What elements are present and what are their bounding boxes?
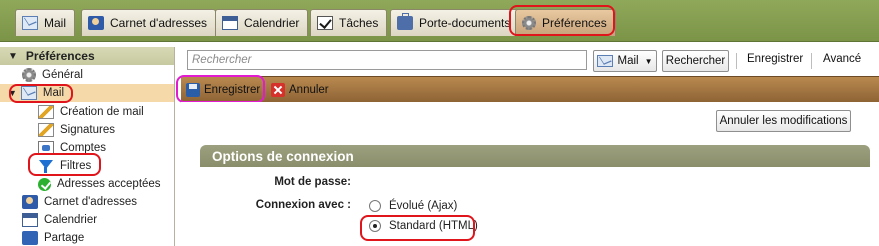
sidebar-item-calendar[interactable]: Calendrier xyxy=(22,211,97,229)
sidebar-item-label: Carnet d'adresses xyxy=(44,196,137,208)
preferences-content: Annuler les modifications Options de con… xyxy=(181,102,879,246)
sidebar-item-general[interactable]: Général xyxy=(22,66,83,84)
radio-label: Évolué (Ajax) xyxy=(389,200,458,212)
sidebar-item-label: Partage xyxy=(44,232,85,244)
tab-preferences[interactable]: Préférences xyxy=(515,9,616,36)
chevron-down-icon: ▼ xyxy=(644,56,653,66)
check-icon xyxy=(38,177,51,191)
separator xyxy=(736,53,737,69)
search-button[interactable]: Rechercher xyxy=(662,50,729,72)
sidebar-header-label: Préférences xyxy=(25,49,95,63)
radio-option-ajax[interactable]: Évolué (Ajax) xyxy=(369,200,457,212)
connect-with-label: Connexion avec : xyxy=(255,199,351,211)
sidebar-item-sharing[interactable]: Partage xyxy=(22,229,84,246)
tab-mail[interactable]: Mail xyxy=(15,9,76,36)
sidebar-item-label: Signatures xyxy=(60,124,115,136)
accounts-icon xyxy=(38,141,54,155)
sidebar-item-accounts[interactable]: Comptes xyxy=(38,139,106,157)
tab-label: Calendrier xyxy=(244,16,300,30)
sidebar-item-mail[interactable]: ▼ Mail xyxy=(0,84,174,102)
cancel-label: Annuler xyxy=(289,84,329,96)
separator xyxy=(811,53,812,69)
preferences-sidebar: ▼ Préférences Général ▼ Mail Création de… xyxy=(0,47,175,246)
app-tab-bar: Mail Carnet d'adresses Calendrier Tâches… xyxy=(0,0,879,42)
sidebar-item-label: Comptes xyxy=(60,142,107,154)
save-label: Enregistrer xyxy=(204,84,261,96)
briefcase-icon xyxy=(397,13,413,30)
search-bar: Mail ▼ Rechercher Enregistrer Avancé xyxy=(181,47,879,75)
sidebar-item-address-book[interactable]: Carnet d'adresses xyxy=(22,193,137,211)
search-input[interactable] xyxy=(187,50,587,70)
sidebar-header[interactable]: ▼ Préférences xyxy=(0,47,174,65)
search-scope-dropdown[interactable]: Mail ▼ xyxy=(593,50,657,72)
sidebar-item-label: Filtres xyxy=(60,160,92,172)
address-book-icon xyxy=(22,195,38,209)
radio-button[interactable] xyxy=(369,200,381,212)
mail-icon xyxy=(597,55,614,67)
tab-label: Tâches xyxy=(339,16,379,30)
calendar-icon xyxy=(222,16,238,30)
tab-address-book[interactable]: Carnet d'adresses xyxy=(81,9,217,36)
mail-icon xyxy=(22,16,38,30)
radio-button-selected[interactable] xyxy=(369,220,381,232)
tasks-icon xyxy=(317,16,333,30)
sidebar-item-label: Général xyxy=(42,69,83,81)
radio-label: Standard (HTML) xyxy=(389,220,478,232)
sidebar-item-label: Création de mail xyxy=(60,106,144,118)
filter-icon xyxy=(38,159,54,173)
gear-icon xyxy=(22,68,36,82)
tab-label: Porte-documents xyxy=(419,16,511,30)
search-scope-label: Mail xyxy=(617,55,639,67)
signature-icon xyxy=(38,123,54,137)
save-icon xyxy=(186,83,200,97)
tab-tasks[interactable]: Tâches xyxy=(310,9,388,36)
sidebar-item-compose[interactable]: Création de mail xyxy=(38,103,144,121)
save-button[interactable]: Enregistrer xyxy=(186,80,260,100)
share-icon xyxy=(22,231,38,245)
section-title: Options de connexion xyxy=(200,145,870,167)
advanced-search-link[interactable]: Avancé xyxy=(823,53,861,65)
tab-label: Préférences xyxy=(542,16,607,30)
compose-icon xyxy=(38,105,54,119)
sidebar-item-accepted-addresses[interactable]: Adresses acceptées xyxy=(38,175,161,193)
undo-changes-button[interactable]: Annuler les modifications xyxy=(716,110,851,132)
address-book-icon xyxy=(88,16,104,30)
gear-icon xyxy=(522,16,536,30)
sidebar-item-label: Adresses acceptées xyxy=(57,178,161,190)
collapse-arrow-icon[interactable]: ▼ xyxy=(8,51,18,62)
sidebar-item-label: Mail xyxy=(42,87,65,99)
cancel-button[interactable]: Annuler xyxy=(271,80,329,100)
tab-label: Mail xyxy=(44,16,67,30)
tab-label: Carnet d'adresses xyxy=(110,16,208,30)
cancel-icon xyxy=(271,83,285,97)
save-search-link[interactable]: Enregistrer xyxy=(747,53,803,65)
expand-arrow-icon[interactable]: ▼ xyxy=(8,88,17,98)
calendar-icon xyxy=(22,213,38,227)
action-toolbar: Enregistrer Annuler xyxy=(181,76,879,102)
sidebar-item-signatures[interactable]: Signatures xyxy=(38,121,115,139)
sidebar-item-label: Calendrier xyxy=(44,214,98,226)
sidebar-item-filters[interactable]: Filtres xyxy=(38,157,91,175)
tab-briefcase[interactable]: Porte-documents xyxy=(390,9,520,36)
password-label: Mot de passe: xyxy=(274,176,351,188)
radio-option-html[interactable]: Standard (HTML) xyxy=(369,220,478,232)
mail-icon xyxy=(20,86,37,100)
tab-calendar[interactable]: Calendrier xyxy=(215,9,309,36)
